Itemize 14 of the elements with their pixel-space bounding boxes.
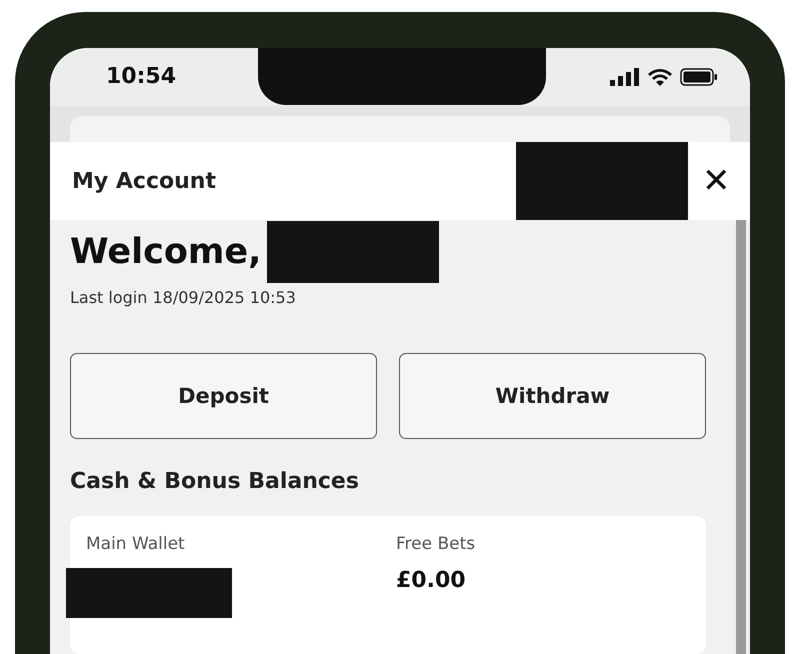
wifi-icon	[648, 68, 672, 86]
status-time: 10:54	[106, 64, 176, 89]
section-title: Cash & Bonus Balances	[70, 469, 360, 494]
close-button[interactable]: ✕	[702, 164, 730, 198]
deposit-button[interactable]: Deposit	[70, 353, 377, 439]
balance-value: £0.00	[396, 568, 467, 593]
last-login-text: Last login 18/09/2025 10:53	[70, 288, 297, 307]
battery-icon	[680, 68, 718, 86]
withdraw-button[interactable]: Withdraw	[399, 353, 706, 439]
balance-label: Free Bets	[396, 534, 476, 554]
welcome-heading: Welcome,	[70, 232, 262, 272]
signal-icon	[610, 68, 640, 86]
balance-label: Main Wallet	[86, 534, 186, 554]
sheet-title: My Account	[72, 168, 217, 194]
